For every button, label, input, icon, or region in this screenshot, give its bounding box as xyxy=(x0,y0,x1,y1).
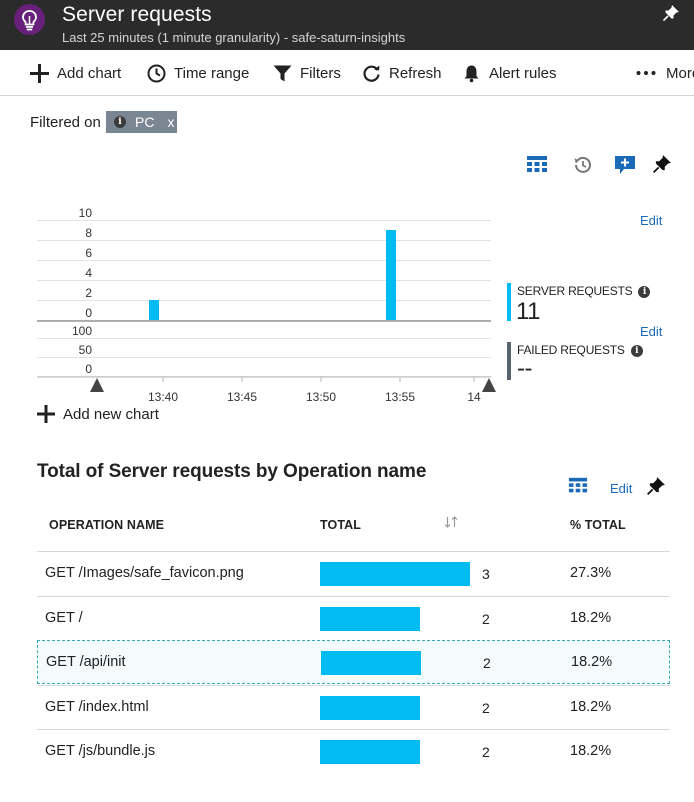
page-title: Server requests xyxy=(62,3,212,26)
remove-filter-button[interactable]: x xyxy=(167,114,174,130)
plus-icon xyxy=(30,63,49,83)
alert-rules-label: Alert rules xyxy=(489,64,557,82)
column-header-pct-total[interactable]: % TOTAL xyxy=(570,518,626,532)
refresh-label: Refresh xyxy=(389,64,442,82)
column-header-total[interactable]: TOTAL xyxy=(320,518,361,532)
table-row[interactable]: GET /api/init 2 18.2% xyxy=(37,640,670,684)
total-cell: 2 xyxy=(482,744,490,760)
info-icon: i xyxy=(114,116,126,128)
bell-icon xyxy=(464,65,479,82)
history-icon[interactable] xyxy=(572,154,594,176)
pct-total-cell: 18.2% xyxy=(570,699,612,715)
time-range-button[interactable]: Time range xyxy=(147,62,249,84)
table-row[interactable]: GET /Images/safe_favicon.png 3 27.3% xyxy=(37,551,670,595)
range-start-handle xyxy=(90,378,104,392)
feedback-icon[interactable] xyxy=(614,154,636,176)
filter-chip-value: PC xyxy=(135,114,155,130)
pct-total-cell: 27.3% xyxy=(570,565,612,581)
pct-total-cell: 18.2% xyxy=(571,654,613,670)
grid-view-icon[interactable] xyxy=(568,476,588,496)
table-row[interactable]: GET / 2 18.2% xyxy=(37,596,670,640)
filter-label: Filtered on xyxy=(30,114,101,131)
chart-canvas: 10 8 6 4 2 0 100 50 0 13:40 13:45 13:50 13:55 14 xyxy=(37,206,496,404)
operation-name-cell: GET /Images/safe_favicon.png xyxy=(45,565,244,581)
server-requests-legend-swatch xyxy=(507,283,511,321)
table-title: Total of Server requests by Operation na… xyxy=(37,461,427,482)
add-new-chart-label: Add new chart xyxy=(63,405,159,423)
filters-label: Filters xyxy=(300,64,341,82)
add-new-chart-button[interactable]: Add new chart xyxy=(37,405,159,423)
total-bar xyxy=(320,696,420,720)
operation-name-cell: GET / xyxy=(45,610,83,626)
add-chart-label: Add chart xyxy=(57,64,122,82)
edit-chart-link[interactable]: Edit xyxy=(640,213,662,228)
table-row[interactable]: GET /index.html 2 18.2% xyxy=(37,685,670,729)
refresh-button[interactable]: Refresh xyxy=(362,62,442,84)
y-tick-label: 4 xyxy=(85,266,92,280)
failed-requests-legend-label: FAILED REQUESTS i xyxy=(517,343,643,357)
operation-name-cell: GET /api/init xyxy=(46,654,126,670)
server-requests-value: 11 xyxy=(516,298,540,325)
grid-view-icon[interactable] xyxy=(526,154,548,176)
chart-bar xyxy=(149,300,159,320)
ellipsis-icon xyxy=(636,71,656,75)
table-row[interactable]: GET /js/bundle.js 2 18.2% xyxy=(37,729,670,773)
total-bar xyxy=(320,740,420,764)
chart-bar xyxy=(386,230,396,320)
page-subtitle: Last 25 minutes (1 minute granularity) -… xyxy=(62,30,406,45)
time-range-label: Time range xyxy=(174,64,250,82)
x-tick-label: 13:55 xyxy=(385,390,415,404)
y-tick-label: 0 xyxy=(85,306,92,320)
operation-name-cell: GET /js/bundle.js xyxy=(45,743,156,759)
pin-icon[interactable] xyxy=(662,4,680,22)
total-bar xyxy=(320,562,470,586)
pct-total-cell: 18.2% xyxy=(570,610,612,626)
alert-rules-button[interactable]: Alert rules xyxy=(462,62,557,84)
failed-requests-legend-swatch xyxy=(507,342,511,380)
more-label: More xyxy=(666,64,694,82)
x-tick-label: 13:45 xyxy=(227,390,257,404)
info-icon: i xyxy=(630,345,643,357)
y-tick-label: 10 xyxy=(79,206,93,220)
y-tick-label: 8 xyxy=(85,226,92,240)
operation-name-cell: GET /index.html xyxy=(45,699,149,715)
x-tick-label: 13:40 xyxy=(148,390,178,404)
column-header-operation[interactable]: OPERATION NAME xyxy=(49,518,164,532)
total-cell: 2 xyxy=(483,655,491,671)
pin-chart-icon[interactable] xyxy=(652,154,674,176)
clock-icon xyxy=(147,64,166,82)
edit-table-link[interactable]: Edit xyxy=(610,481,632,496)
y-tick-label: 0 xyxy=(85,362,92,376)
total-bar xyxy=(320,607,420,631)
metrics-chart: 10 8 6 4 2 0 100 50 0 13:40 13:45 13:50 13:55 14 Edit… xyxy=(0,200,694,430)
server-requests-legend-label: SERVER REQUESTS i xyxy=(517,284,651,298)
total-cell: 3 xyxy=(482,566,490,582)
info-icon: i xyxy=(638,286,651,298)
total-cell: 2 xyxy=(482,611,490,627)
command-bar: Add chart Time range Filters Refresh Ale… xyxy=(0,50,694,96)
more-button[interactable]: More xyxy=(636,62,694,84)
lightbulb-icon xyxy=(14,4,45,35)
y-tick-label: 100 xyxy=(72,324,92,338)
failed-requests-value: -- xyxy=(517,355,532,382)
y-tick-label: 6 xyxy=(85,246,92,260)
total-bar xyxy=(321,651,421,675)
y-tick-label: 50 xyxy=(79,343,93,357)
funnel-icon xyxy=(273,65,292,81)
pin-table-icon[interactable] xyxy=(646,476,666,496)
pct-total-cell: 18.2% xyxy=(570,743,612,759)
blade-header: Server requests Last 25 minutes (1 minut… xyxy=(0,0,694,50)
plus-icon xyxy=(37,405,55,423)
x-tick-label: 14 xyxy=(467,390,481,404)
add-chart-button[interactable]: Add chart xyxy=(30,62,121,84)
total-cell: 2 xyxy=(482,700,490,716)
range-end-handle xyxy=(482,378,496,392)
sort-icon[interactable] xyxy=(444,516,458,531)
x-tick-label: 13:50 xyxy=(306,390,336,404)
filters-button[interactable]: Filters xyxy=(273,62,341,84)
filter-chip[interactable]: i PC x xyxy=(106,111,177,133)
y-tick-label: 2 xyxy=(85,286,92,300)
edit-metrics-link[interactable]: Edit xyxy=(640,324,662,339)
refresh-icon xyxy=(363,65,380,82)
